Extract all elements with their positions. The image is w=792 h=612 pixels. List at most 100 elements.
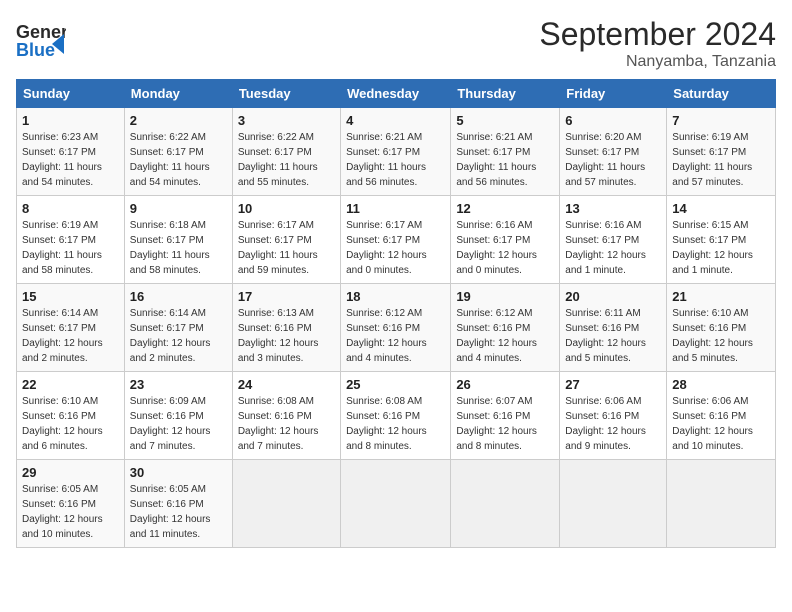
sunrise-label: Sunrise: [22, 220, 61, 231]
daylight-label: Daylight: [346, 338, 388, 349]
day-info: Sunrise: 6:14 AM Sunset: 6:17 PM Dayligh… [22, 306, 119, 366]
location-title: Nanyamba, Tanzania [539, 53, 776, 71]
calendar-day-cell: 3 Sunrise: 6:22 AM Sunset: 6:17 PM Dayli… [232, 108, 340, 196]
calendar-day-cell: 6 Sunrise: 6:20 AM Sunset: 6:17 PM Dayli… [560, 108, 667, 196]
sunset-value: 6:17 PM [59, 235, 96, 246]
sunrise-value: 6:21 AM [496, 132, 533, 143]
daylight-label: Daylight: [238, 162, 280, 173]
sunset-label: Sunset: [22, 411, 59, 422]
day-info: Sunrise: 6:10 AM Sunset: 6:16 PM Dayligh… [672, 306, 770, 366]
calendar-day-cell: 27 Sunrise: 6:06 AM Sunset: 6:16 PM Dayl… [560, 372, 667, 460]
calendar-header-cell: Friday [560, 80, 667, 108]
day-info: Sunrise: 6:14 AM Sunset: 6:17 PM Dayligh… [130, 306, 227, 366]
sunset-label: Sunset: [565, 411, 602, 422]
sunset-label: Sunset: [672, 147, 709, 158]
day-number: 28 [672, 377, 770, 392]
calendar-day-cell: 20 Sunrise: 6:11 AM Sunset: 6:16 PM Dayl… [560, 284, 667, 372]
sunrise-value: 6:18 AM [169, 220, 206, 231]
day-number: 8 [22, 201, 119, 216]
sunset-value: 6:17 PM [59, 147, 96, 158]
calendar-day-cell: 8 Sunrise: 6:19 AM Sunset: 6:17 PM Dayli… [17, 196, 125, 284]
sunset-value: 6:16 PM [167, 411, 204, 422]
sunset-value: 6:16 PM [602, 411, 639, 422]
day-info: Sunrise: 6:22 AM Sunset: 6:17 PM Dayligh… [238, 130, 335, 190]
sunrise-label: Sunrise: [238, 308, 277, 319]
sunrise-label: Sunrise: [456, 396, 495, 407]
sunset-value: 6:16 PM [167, 499, 204, 510]
calendar-day-cell: 26 Sunrise: 6:07 AM Sunset: 6:16 PM Dayl… [451, 372, 560, 460]
day-number: 4 [346, 113, 445, 128]
daylight-label: Daylight: [456, 162, 498, 173]
calendar-header-cell: Thursday [451, 80, 560, 108]
sunrise-value: 6:14 AM [169, 308, 206, 319]
sunset-label: Sunset: [456, 323, 493, 334]
sunset-label: Sunset: [238, 235, 275, 246]
sunset-value: 6:16 PM [709, 411, 746, 422]
calendar-week-row: 8 Sunrise: 6:19 AM Sunset: 6:17 PM Dayli… [17, 196, 776, 284]
sunrise-value: 6:16 AM [605, 220, 642, 231]
calendar-header-cell: Saturday [667, 80, 776, 108]
sunrise-value: 6:10 AM [61, 396, 98, 407]
calendar-day-cell: 13 Sunrise: 6:16 AM Sunset: 6:17 PM Dayl… [560, 196, 667, 284]
sunset-value: 6:17 PM [167, 235, 204, 246]
day-info: Sunrise: 6:16 AM Sunset: 6:17 PM Dayligh… [565, 218, 661, 278]
sunrise-label: Sunrise: [565, 308, 604, 319]
day-info: Sunrise: 6:21 AM Sunset: 6:17 PM Dayligh… [456, 130, 554, 190]
daylight-label: Daylight: [565, 426, 607, 437]
daylight-label: Daylight: [346, 162, 388, 173]
sunrise-label: Sunrise: [130, 396, 169, 407]
logo-icon: General Blue [16, 16, 66, 66]
day-number: 20 [565, 289, 661, 304]
sunset-value: 6:17 PM [602, 147, 639, 158]
sunset-label: Sunset: [22, 323, 59, 334]
sunrise-label: Sunrise: [346, 132, 385, 143]
calendar-header-cell: Tuesday [232, 80, 340, 108]
sunrise-label: Sunrise: [565, 396, 604, 407]
sunrise-label: Sunrise: [672, 132, 711, 143]
day-info: Sunrise: 6:17 AM Sunset: 6:17 PM Dayligh… [346, 218, 445, 278]
daylight-label: Daylight: [672, 250, 714, 261]
day-number: 14 [672, 201, 770, 216]
day-number: 3 [238, 113, 335, 128]
sunrise-label: Sunrise: [346, 308, 385, 319]
calendar-day-cell: 21 Sunrise: 6:10 AM Sunset: 6:16 PM Dayl… [667, 284, 776, 372]
sunset-label: Sunset: [238, 323, 275, 334]
sunset-value: 6:16 PM [709, 323, 746, 334]
sunset-value: 6:16 PM [383, 411, 420, 422]
sunrise-label: Sunrise: [672, 308, 711, 319]
sunset-value: 6:16 PM [493, 323, 530, 334]
sunrise-label: Sunrise: [456, 308, 495, 319]
daylight-label: Daylight: [672, 162, 714, 173]
sunset-label: Sunset: [672, 411, 709, 422]
calendar-day-cell: 10 Sunrise: 6:17 AM Sunset: 6:17 PM Dayl… [232, 196, 340, 284]
day-number: 15 [22, 289, 119, 304]
sunrise-value: 6:22 AM [169, 132, 206, 143]
calendar-day-cell: 18 Sunrise: 6:12 AM Sunset: 6:16 PM Dayl… [341, 284, 451, 372]
day-info: Sunrise: 6:21 AM Sunset: 6:17 PM Dayligh… [346, 130, 445, 190]
sunrise-value: 6:21 AM [386, 132, 423, 143]
sunrise-value: 6:19 AM [61, 220, 98, 231]
day-info: Sunrise: 6:13 AM Sunset: 6:16 PM Dayligh… [238, 306, 335, 366]
day-number: 10 [238, 201, 335, 216]
sunset-label: Sunset: [346, 323, 383, 334]
sunset-label: Sunset: [672, 323, 709, 334]
day-number: 13 [565, 201, 661, 216]
sunrise-label: Sunrise: [672, 396, 711, 407]
sunrise-label: Sunrise: [346, 396, 385, 407]
day-number: 19 [456, 289, 554, 304]
day-number: 1 [22, 113, 119, 128]
sunrise-value: 6:07 AM [496, 396, 533, 407]
day-number: 7 [672, 113, 770, 128]
daylight-label: Daylight: [22, 426, 64, 437]
calendar-day-cell: 22 Sunrise: 6:10 AM Sunset: 6:16 PM Dayl… [17, 372, 125, 460]
sunset-label: Sunset: [456, 147, 493, 158]
sunset-value: 6:16 PM [602, 323, 639, 334]
sunrise-value: 6:12 AM [386, 308, 423, 319]
day-number: 18 [346, 289, 445, 304]
sunrise-label: Sunrise: [130, 484, 169, 495]
day-info: Sunrise: 6:20 AM Sunset: 6:17 PM Dayligh… [565, 130, 661, 190]
sunrise-label: Sunrise: [22, 484, 61, 495]
sunset-value: 6:17 PM [709, 235, 746, 246]
calendar-day-cell [341, 460, 451, 548]
day-info: Sunrise: 6:07 AM Sunset: 6:16 PM Dayligh… [456, 394, 554, 454]
